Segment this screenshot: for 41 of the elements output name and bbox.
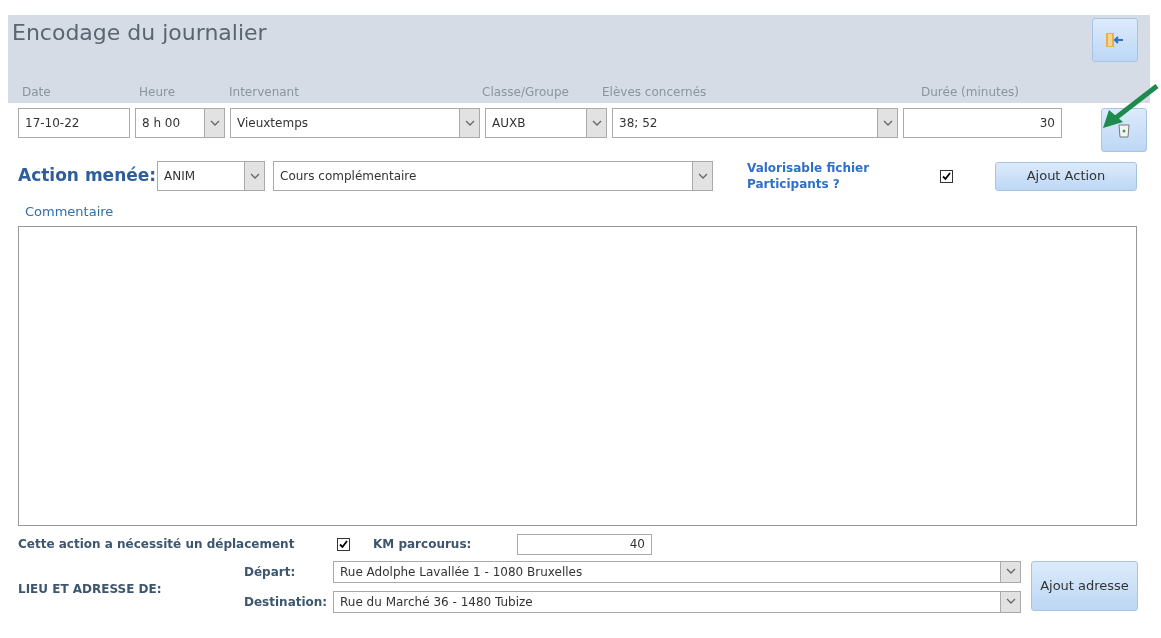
- input-field[interactable]: AUXB: [485, 108, 607, 138]
- destination-label: Destination:: [244, 593, 329, 611]
- field-label: Elèves concernés: [602, 84, 707, 101]
- comment-field[interactable]: [18, 225, 1137, 526]
- dropdown-icon: [249, 172, 260, 180]
- field-label: Heure: [139, 84, 176, 101]
- checkbox[interactable]: [940, 169, 953, 183]
- departure-select[interactable]: Rue Adolphe Lavallée 1 - 1080 Bruxelles: [333, 560, 1021, 583]
- dropdown-icon: [464, 119, 475, 127]
- trash-icon: [1118, 122, 1130, 138]
- dropdown-icon: [882, 119, 893, 127]
- checkbox[interactable]: [337, 537, 350, 551]
- input-field[interactable]: Vieuxtemps: [230, 108, 480, 138]
- add-action-button[interactable]: Ajout Action: [995, 161, 1137, 191]
- field-label: Durée (minutes): [921, 84, 1020, 101]
- action-select[interactable]: Cours complémentaire: [273, 161, 713, 191]
- dropdown-icon: [697, 172, 708, 180]
- field-label: Classe/Groupe: [482, 84, 569, 101]
- action-code-select[interactable]: ANIM: [157, 161, 265, 191]
- dropdown-icon: [1005, 568, 1016, 575]
- field-label: Intervenant: [229, 84, 299, 101]
- place-label: LIEU ET ADRESSE DE:: [18, 580, 163, 598]
- departure-label: Départ:: [244, 563, 297, 581]
- travel-label: Cette action a nécessité un déplacement: [18, 536, 296, 553]
- km-field[interactable]: 40: [517, 533, 652, 555]
- destination-select[interactable]: Rue du Marché 36 - 1480 Tubize: [333, 590, 1021, 613]
- dropdown-icon: [1005, 598, 1016, 605]
- dropdown-icon: [209, 119, 220, 127]
- field-label: Date: [22, 84, 51, 101]
- dropdown-icon: [591, 119, 602, 127]
- add-address-button[interactable]: Ajout adresse: [1031, 560, 1138, 611]
- input-field[interactable]: 17-10-22: [18, 108, 130, 138]
- window-title: Encodage du journalier: [11, 19, 267, 47]
- km-label: KM parcourus:: [373, 536, 473, 553]
- input-field[interactable]: 8 h 00: [135, 108, 225, 138]
- action-label: Action menée:: [18, 164, 157, 188]
- input-field[interactable]: 38; 52: [612, 108, 898, 138]
- exit-door-icon: [1105, 31, 1125, 49]
- valorisable-label: Valorisable fichier Participants ?: [747, 160, 871, 192]
- comment-label: Commentaire: [25, 203, 115, 221]
- input-field[interactable]: 30: [903, 108, 1062, 138]
